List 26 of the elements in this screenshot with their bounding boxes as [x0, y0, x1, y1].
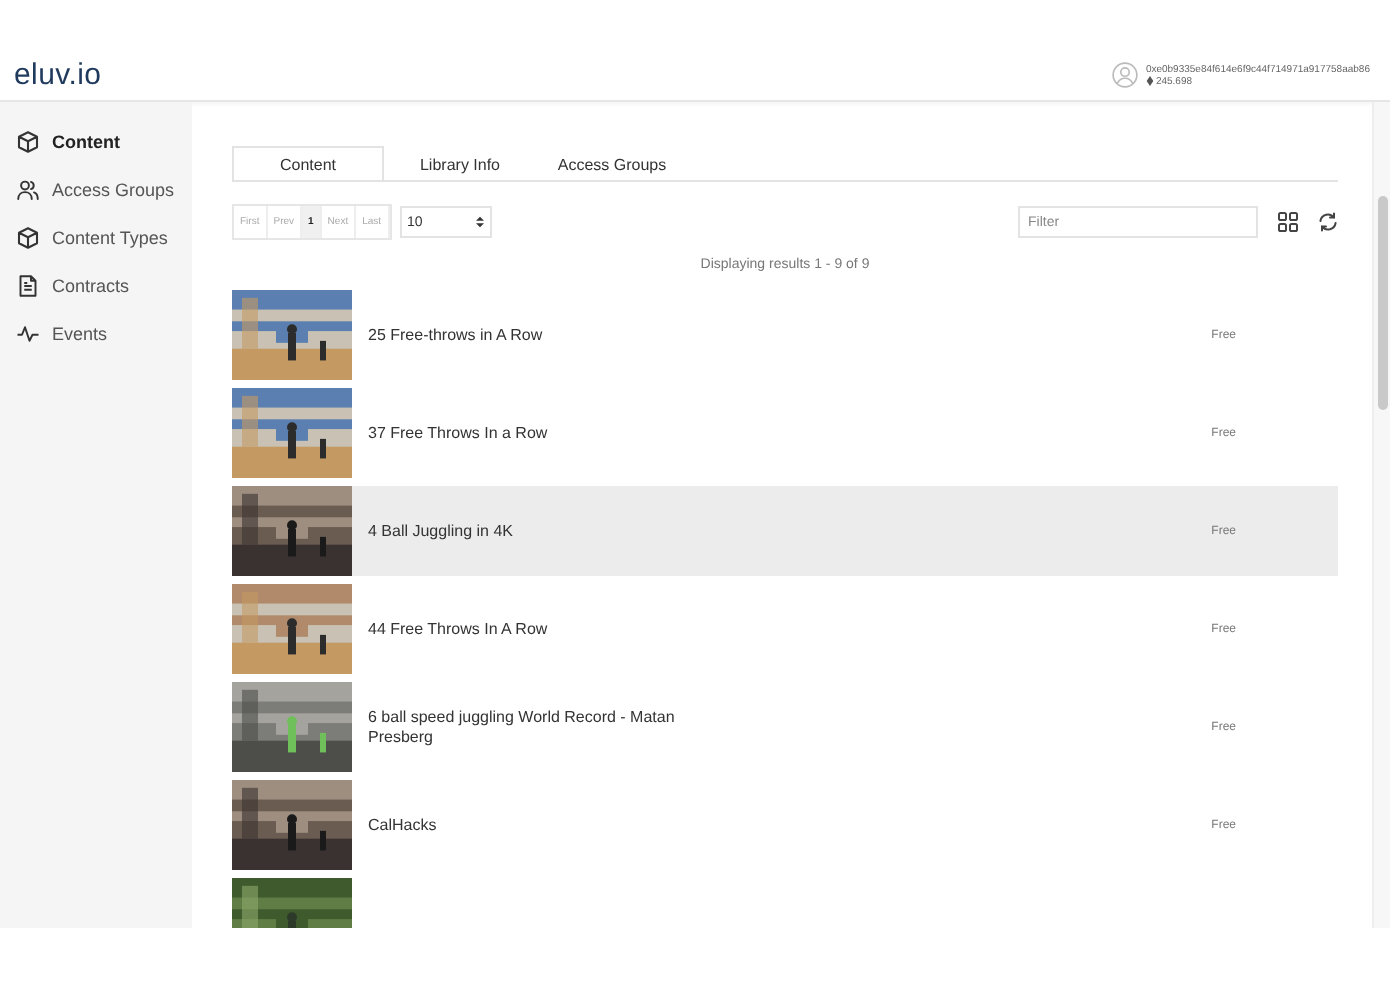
sidebar-item[interactable]: Contracts: [0, 270, 192, 302]
grid-icon[interactable]: [1278, 212, 1298, 232]
sidebar-item[interactable]: Content: [0, 126, 192, 158]
logo[interactable]: eluv.io: [14, 58, 102, 92]
content-title: 6 ball speed juggling World Record - Matan Presberg: [368, 707, 677, 747]
tab[interactable]: Access Groups: [536, 146, 688, 180]
content-title: 4 Ball Juggling in 4K: [368, 521, 515, 541]
avatar-icon: [1111, 62, 1138, 88]
sidebar-item[interactable]: Events: [0, 318, 192, 350]
content-title: 37 Free Throws In a Row: [368, 423, 550, 443]
content-title: 44 Free Throws In A Row: [368, 619, 550, 639]
ether-icon: [1145, 76, 1154, 86]
cube-icon: [16, 130, 40, 154]
people-icon: [16, 178, 40, 202]
content-title: CalHacks: [368, 815, 439, 835]
content-title: 25 Free-throws in A Row: [368, 325, 545, 345]
pulse-icon: [16, 322, 40, 346]
sidebar-item[interactable]: Content Types: [0, 222, 192, 254]
document-icon: [16, 274, 40, 298]
scrollbar[interactable]: [1378, 196, 1388, 410]
refresh-icon[interactable]: [1318, 212, 1338, 232]
tab[interactable]: Library Info: [384, 146, 536, 180]
tab[interactable]: Content: [232, 146, 384, 180]
cube-icon: [16, 226, 40, 250]
sidebar-item[interactable]: Access Groups: [0, 174, 192, 206]
sort-caret-icon: [475, 216, 484, 228]
